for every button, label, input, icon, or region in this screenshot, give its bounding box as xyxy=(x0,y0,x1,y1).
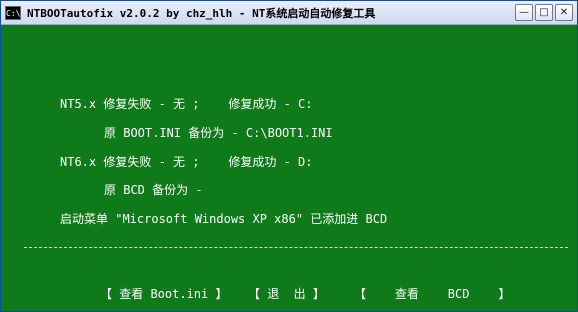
minimize-button[interactable]: — xyxy=(515,4,533,21)
boot-menu-line: 启动菜单 "Microsoft Windows XP x86" 已添加进 BCD xyxy=(60,212,388,226)
nt5-status-line: NT5.x 修复失败 - 无 ; 修复成功 - C: xyxy=(60,97,313,111)
maximize-button[interactable]: □ xyxy=(535,4,553,21)
view-boot-ini-button[interactable]: 【 查看 Boot.ini 】 xyxy=(100,287,227,301)
app-window: C:\ NTBOOTautofix v2.0.2 by chz_hlh - NT… xyxy=(0,0,578,312)
bcd-backup-line: 原 BCD 备份为 - xyxy=(104,183,203,197)
console-area: NT5.x 修复失败 - 无 ; 修复成功 - C: 原 BOOT.INI 备份… xyxy=(2,25,577,311)
bootini-backup-line: 原 BOOT.INI 备份为 - C:\BOOT1.INI xyxy=(104,126,333,140)
close-icon: ✕ xyxy=(559,7,569,18)
maximize-icon: □ xyxy=(539,7,549,18)
window-controls: — □ ✕ xyxy=(515,4,573,21)
close-button[interactable]: ✕ xyxy=(555,4,573,21)
nt6-status-line: NT6.x 修复失败 - 无 ; 修复成功 - D: xyxy=(60,155,313,169)
window-title: NTBOOTautofix v2.0.2 by chz_hlh - NT系统启动… xyxy=(27,6,376,20)
console-app-icon[interactable]: C:\ xyxy=(5,5,21,20)
title-bar[interactable]: C:\ NTBOOTautofix v2.0.2 by chz_hlh - NT… xyxy=(1,1,577,25)
view-bcd-button[interactable]: 【 查看 BCD 】 xyxy=(354,287,510,301)
dashed-separator xyxy=(24,247,568,248)
exit-button[interactable]: 【 退 出 】 xyxy=(248,287,325,301)
minimize-icon: — xyxy=(519,7,529,18)
